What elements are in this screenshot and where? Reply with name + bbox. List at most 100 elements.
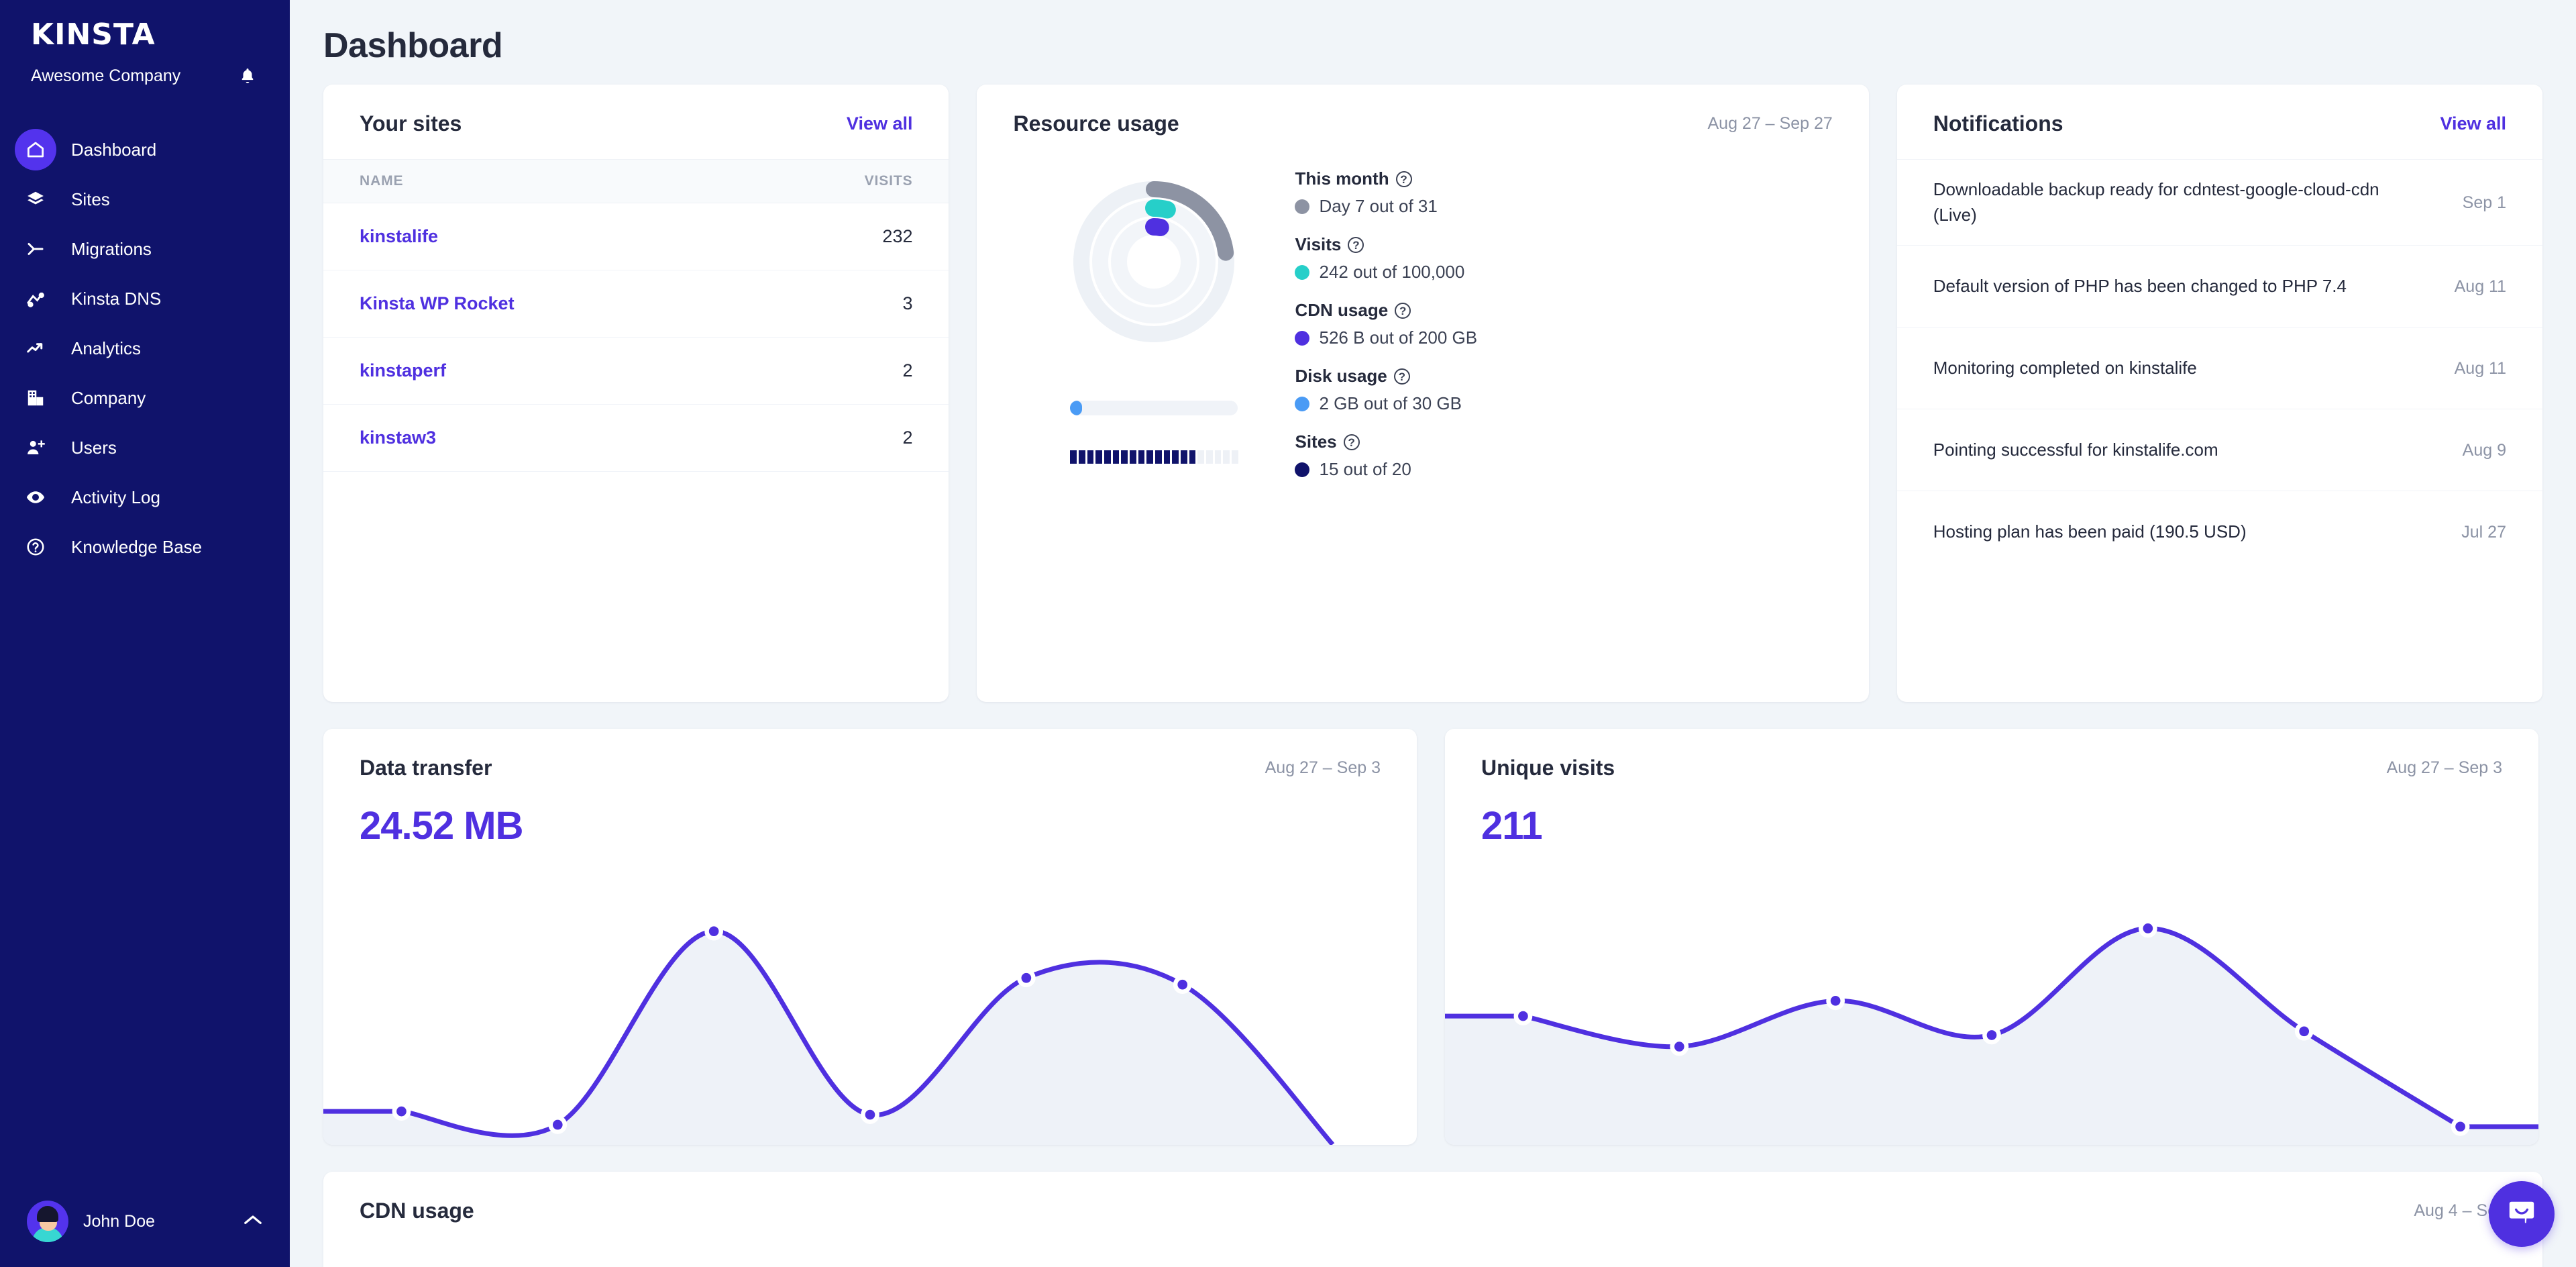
main-content: Dashboard Your sites View all NAME VISIT…	[290, 0, 2576, 1267]
data-point[interactable]	[1017, 968, 1036, 988]
data-point[interactable]	[1332, 1142, 1346, 1145]
company-row: Awesome Company	[0, 50, 290, 87]
legend-label: This month ?	[1295, 168, 1832, 189]
date-range: Aug 27 – Sep 3	[1265, 758, 1381, 777]
sites-segment	[1104, 450, 1111, 464]
sites-segment	[1146, 450, 1154, 464]
chevron-up-icon[interactable]	[243, 1213, 263, 1230]
notification-item[interactable]: Monitoring completed on kinstalife Aug 1…	[1896, 327, 2542, 409]
legend-color-dot	[1295, 330, 1310, 346]
table-row[interactable]: Kinsta WP Rocket 3	[323, 270, 949, 338]
data-transfer-chart-card: Data transfer Aug 27 – Sep 3 24.52 MB 28…	[323, 729, 1417, 1145]
sidebar-item-analytics[interactable]: Analytics	[0, 323, 290, 373]
sidebar-item-company[interactable]: Company	[0, 373, 290, 423]
data-point[interactable]	[1670, 1037, 1689, 1056]
view-all-notifications-link[interactable]: View all	[2440, 113, 2506, 134]
user-menu[interactable]: John Doe	[12, 1188, 278, 1255]
data-point[interactable]	[1173, 975, 1192, 995]
site-link[interactable]: kinstaw3	[360, 427, 436, 448]
site-link[interactable]: kinstalife	[360, 226, 438, 246]
cards-row-top: Your sites View all NAME VISITS kinstali…	[323, 85, 2542, 702]
data-point[interactable]	[392, 1102, 411, 1121]
notification-item[interactable]: Pointing successful for kinstalife.com A…	[1896, 409, 2542, 491]
bell-icon[interactable]	[236, 64, 259, 87]
sidebar-item-label: Company	[71, 387, 146, 408]
sidebar-item-label: Activity Log	[71, 487, 160, 507]
sites-segment	[1138, 450, 1145, 464]
sites-segment	[1223, 450, 1230, 464]
legend-group-sites: Sites ? 15 out of 20	[1295, 432, 1832, 480]
info-icon[interactable]: ?	[1343, 434, 1360, 450]
sidebar-nav: Dashboard Sites Migrations Kinsta DNS An…	[0, 125, 290, 572]
data-point[interactable]	[861, 1105, 879, 1124]
legend-label-text: This month	[1295, 168, 1389, 189]
view-all-sites-link[interactable]: View all	[847, 113, 913, 134]
notification-text: Default version of PHP has been changed …	[1933, 276, 2347, 297]
legend-color-dot	[1295, 462, 1310, 477]
table-row[interactable]: kinstaw3 2	[323, 404, 949, 472]
sites-segment	[1130, 450, 1136, 464]
sidebar-item-label: Migrations	[71, 238, 152, 259]
data-point[interactable]	[2451, 1117, 2470, 1136]
notification-item[interactable]: Hosting plan has been paid (190.5 USD) J…	[1896, 491, 2542, 572]
sidebar-item-label: Analytics	[71, 338, 142, 358]
dns-icon	[15, 278, 56, 319]
sites-segment	[1121, 450, 1128, 464]
data-point[interactable]	[2139, 919, 2157, 938]
site-visits: 2	[731, 404, 949, 472]
data-point[interactable]	[1513, 1007, 1533, 1025]
sidebar-item-migrations[interactable]: Migrations	[0, 224, 290, 274]
site-link[interactable]: kinstaperf	[360, 360, 446, 381]
sidebar-item-label: Sites	[71, 189, 110, 209]
sidebar-item-label: Dashboard	[71, 139, 157, 160]
info-icon[interactable]: ?	[1393, 368, 1410, 385]
sites-segment	[1197, 450, 1204, 464]
legend-label: CDN usage ?	[1295, 300, 1832, 321]
table-row[interactable]: kinstaperf 2	[323, 337, 949, 405]
resource-body: This month ? Day 7 out of 31 Visits ? 24…	[977, 159, 1868, 497]
sites-segment	[1070, 450, 1077, 464]
data-point[interactable]	[1982, 1025, 2001, 1045]
notification-date: Sep 1	[2462, 193, 2506, 212]
data-point[interactable]	[548, 1115, 568, 1134]
notification-item[interactable]: Downloadable backup ready for cdntest-go…	[1896, 159, 2542, 245]
sites-segment	[1205, 450, 1213, 464]
card-title: Your sites	[360, 111, 462, 136]
card-title: CDN usage	[360, 1199, 474, 1223]
notification-item[interactable]: Default version of PHP has been changed …	[1896, 245, 2542, 327]
sites-segment-bar	[1070, 450, 1238, 464]
legend-value-text: 2 GB out of 30 GB	[1319, 393, 1462, 413]
legend-group-cdn-usage: CDN usage ? 526 B out of 200 GB	[1295, 300, 1832, 348]
legend-value: 242 out of 100,000	[1295, 262, 1832, 283]
data-point[interactable]	[1826, 991, 1845, 1011]
card-title: Data transfer	[360, 756, 492, 780]
sidebar-item-kinsta-dns[interactable]: Kinsta DNS	[0, 274, 290, 323]
home-icon	[15, 129, 56, 170]
card-title: Notifications	[1933, 111, 2063, 136]
table-row[interactable]: kinstalife 232	[323, 203, 949, 270]
card-title: Unique visits	[1481, 756, 1615, 780]
sidebar-item-users[interactable]: Users	[0, 423, 290, 472]
donut-svg	[1073, 181, 1235, 342]
user-name: John Doe	[83, 1211, 156, 1231]
unique-visits-chart-card: Unique visits Aug 27 – Sep 3 211 28Aug29…	[1445, 729, 2538, 1145]
intercom-chat-button[interactable]	[2489, 1181, 2555, 1247]
notification-text: Hosting plan has been paid (190.5 USD)	[1933, 521, 2247, 542]
resource-visuals	[1013, 159, 1295, 497]
data-point[interactable]	[2294, 1021, 2314, 1041]
info-icon[interactable]: ?	[1395, 302, 1411, 319]
user-plus-icon	[15, 427, 56, 468]
app-root: KINSTA Awesome Company Dashboard Sites M…	[0, 0, 2576, 1267]
sidebar-item-sites[interactable]: Sites	[0, 174, 290, 224]
info-icon[interactable]: ?	[1348, 236, 1364, 253]
sidebar-item-knowledge-base[interactable]: Knowledge Base	[0, 522, 290, 572]
legend-label: Visits ?	[1295, 234, 1832, 255]
info-icon[interactable]: ?	[1395, 170, 1412, 187]
site-link[interactable]: Kinsta WP Rocket	[360, 293, 515, 313]
unique-visits-total: 211	[1481, 804, 1543, 848]
data-point[interactable]	[704, 921, 723, 941]
legend-label-text: CDN usage	[1295, 300, 1389, 320]
notification-date: Aug 11	[2454, 276, 2506, 296]
sidebar-item-dashboard[interactable]: Dashboard	[0, 125, 290, 174]
sidebar-item-activity-log[interactable]: Activity Log	[0, 472, 290, 522]
